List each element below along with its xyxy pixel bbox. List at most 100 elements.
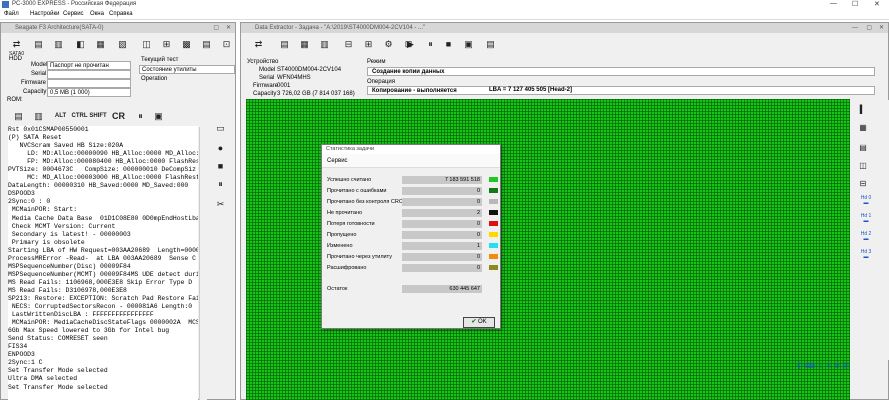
cylinders-button[interactable]: ◫ xyxy=(139,37,154,52)
capacity-label: Capacity xyxy=(23,89,47,95)
log-line: MS Read Fails: 1106968,000E3E8 Skip Erro… xyxy=(8,278,193,286)
menu-settings[interactable]: Настройки xyxy=(30,11,59,17)
model-label: Model xyxy=(259,67,276,73)
stop-button[interactable]: ■ xyxy=(213,159,228,174)
zoom-icon[interactable]: ◫ xyxy=(856,160,870,172)
stat-label: Пропущено xyxy=(327,232,357,238)
copy-button[interactable]: ▥ xyxy=(317,37,332,52)
stat-row: Пропущено 0 xyxy=(327,231,499,240)
ctrl-key-button[interactable]: CTRL xyxy=(71,109,88,124)
test-button[interactable]: ◧ xyxy=(73,37,88,52)
menu-help[interactable]: Справка xyxy=(109,11,133,17)
menu-windows[interactable]: Окна xyxy=(90,11,104,17)
firmware-field xyxy=(47,79,131,88)
menu-service[interactable]: Сервис xyxy=(63,11,84,17)
log-line: 6Gb Max Speed lowered to 3Gb for Intel b… xyxy=(8,327,170,335)
alt-key-button[interactable]: ALT xyxy=(53,109,68,124)
tools-button[interactable]: ✂ xyxy=(213,197,228,212)
log-line: Set Transfer Mode selected xyxy=(8,383,108,391)
modules-button[interactable]: ⊞ xyxy=(159,37,174,52)
stat-row: Прочитано с ошибками 0 xyxy=(327,187,499,196)
shift-key-button[interactable]: SHIFT xyxy=(89,109,107,124)
stat-color-swatch xyxy=(489,243,498,248)
head-2-button[interactable]: Hd 2 ▬ xyxy=(858,232,874,242)
rom-write-button[interactable]: ▥ xyxy=(31,109,46,124)
operation-label: Операция xyxy=(367,79,395,85)
head-1-button[interactable]: Hd 1 ▬ xyxy=(858,214,874,224)
log-line: NECS: CorruptedSectorsRecon - 000081A6 L… xyxy=(8,303,193,311)
bookmark-icon[interactable]: ▍ xyxy=(856,104,870,116)
firmware-label: Firmware xyxy=(21,80,46,86)
pause-button[interactable]: ⏸ xyxy=(133,109,148,124)
record-button[interactable]: ● xyxy=(213,141,228,156)
serial-label: Serial xyxy=(259,75,275,81)
flash-button[interactable]: ▧ xyxy=(115,37,130,52)
write-button[interactable]: ▥ xyxy=(51,37,66,52)
model-value: ST4000DM004-2CV104 xyxy=(277,67,342,73)
lba-status: LBA = 7 127 405 505 [Head-2] xyxy=(489,87,572,93)
operation-field: Копирование - выполняется xyxy=(367,86,875,95)
tray-icons[interactable]: 中 ⌨ ☺ ✎ ⚙ ▦ xyxy=(796,361,889,371)
export-button[interactable]: ▣ xyxy=(461,37,476,52)
stat-label: Прочитано через утилиту xyxy=(327,254,392,260)
remain-row: Остаток 630 445 647 xyxy=(327,285,499,294)
log-line: Ultra DMA selected xyxy=(8,375,78,383)
log-button[interactable]: ▤ xyxy=(199,37,214,52)
report-button[interactable]: ▤ xyxy=(483,37,498,52)
list-icon[interactable]: ▤ xyxy=(856,142,870,154)
save-log-button[interactable]: ▣ xyxy=(151,109,166,124)
chip-button[interactable]: ▦ xyxy=(93,37,108,52)
stat-color-swatch xyxy=(489,221,498,226)
menu-file[interactable]: Файл xyxy=(4,11,19,17)
map-icon[interactable]: ▦ xyxy=(856,122,870,134)
pause-log-button[interactable]: ⏸ xyxy=(213,177,228,192)
minimize-button[interactable]: — xyxy=(830,0,837,7)
rom-read-button[interactable]: ▤ xyxy=(11,109,26,124)
more-button[interactable]: ⊡ xyxy=(219,37,234,52)
log-line: Send Status: COMRESET seen xyxy=(8,335,108,343)
log-line: Starting LBA of HW Request=003AA20689 Le… xyxy=(8,246,198,254)
dest-button[interactable]: ⊞ xyxy=(361,37,376,52)
close-button[interactable]: ✕ xyxy=(874,0,880,8)
stat-color-swatch xyxy=(489,210,498,215)
ok-button[interactable]: ✔ OK xyxy=(463,317,495,328)
window-title: PC-3000 EXPRESS - Российская Федерация xyxy=(12,1,137,7)
stat-color-swatch xyxy=(489,232,498,237)
app-icon xyxy=(2,1,9,8)
head-0-button[interactable]: Hd 0 ▬ xyxy=(858,196,874,206)
stat-row: Расшифровано 0 xyxy=(327,264,499,273)
remain-label: Остаток xyxy=(327,286,348,292)
map-button[interactable]: ▦ xyxy=(297,37,312,52)
task-button[interactable]: ▤ xyxy=(277,37,292,52)
stat-value: 0 xyxy=(402,220,482,228)
head-3-button[interactable]: Hd 3 ▬ xyxy=(858,250,874,260)
terminal-log: Rst 0x01CSMAP00550001 (P) SATA Reset NVCS… xyxy=(8,126,198,400)
log-line: FIS34 xyxy=(8,343,28,351)
dialog-section: Сервис xyxy=(322,154,500,168)
log-line: 2Sync:0 : 0 xyxy=(8,198,51,206)
log-line: MCMainPOR: Start: xyxy=(8,206,78,214)
terminal-button[interactable]: ▭ xyxy=(213,121,228,136)
stat-label: Не прочитано xyxy=(327,210,363,216)
tables-button[interactable]: ▩ xyxy=(179,37,194,52)
settings-button[interactable]: ⚙ xyxy=(381,37,396,52)
read-button[interactable]: ▤ xyxy=(31,37,46,52)
cr-key-button[interactable]: CR xyxy=(111,109,126,124)
stop-button[interactable]: ■ xyxy=(441,37,456,52)
compare-button[interactable]: ⊟ xyxy=(341,37,356,52)
log-line: MS Read Fails: D3106978,000E3E8 xyxy=(8,286,127,294)
maximize-button[interactable]: ☐ xyxy=(852,0,858,8)
log-line: Secondary is latest! - 00000003 xyxy=(8,230,131,238)
pause-button[interactable]: ⏸ xyxy=(423,37,438,52)
log-line: Set Transfer Mode selected xyxy=(8,367,108,375)
stat-color-swatch xyxy=(489,199,498,204)
play-button[interactable]: ▶ xyxy=(403,37,418,52)
head-map-icon[interactable]: ⊟ xyxy=(856,178,870,190)
sata-port-button[interactable]: ⇄ SATA0 xyxy=(9,37,24,57)
log-scrollbar[interactable] xyxy=(199,127,207,400)
right-toolbar xyxy=(852,100,889,360)
hdd-label: HDD xyxy=(9,56,22,62)
stat-label: Потеря готовности xyxy=(327,221,375,227)
sata-port-button[interactable]: ⇄ xyxy=(251,37,266,52)
model-field: Паспорт не прочитан xyxy=(47,61,131,70)
